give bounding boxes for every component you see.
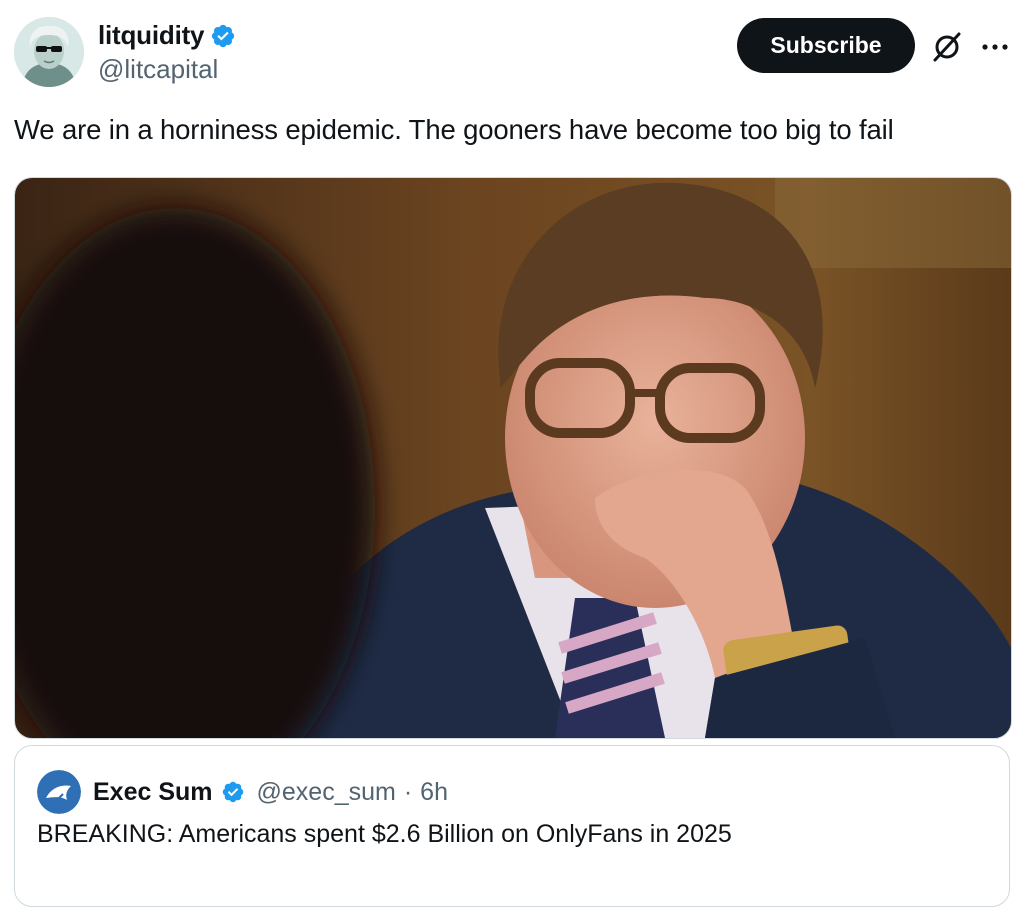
quote-timestamp[interactable]: 6h <box>420 778 448 807</box>
author-display-name[interactable]: litquidity <box>98 20 205 51</box>
tweet-photo[interactable] <box>14 177 1012 739</box>
quote-avatar[interactable] <box>37 770 81 814</box>
quote-handle[interactable]: @exec_sum <box>257 778 396 807</box>
tweet-text: We are in a horniness epidemic. The goon… <box>14 114 894 145</box>
quoted-tweet[interactable]: Exec Sum @exec_sum · 6h BREAKING: Americ… <box>14 745 1010 907</box>
avatar-washington-sunglasses-icon <box>14 17 84 87</box>
quote-display-name[interactable]: Exec Sum <box>93 778 213 807</box>
verified-badge-icon <box>212 24 235 47</box>
exec-sum-logo-icon <box>37 770 81 814</box>
more-icon[interactable] <box>980 37 1010 57</box>
photo-image <box>15 178 1011 738</box>
subscribe-button[interactable]: Subscribe <box>737 18 915 73</box>
quote-text: BREAKING: Americans spent $2.6 Billion o… <box>37 820 732 848</box>
author-handle[interactable]: @litcapital <box>98 54 218 85</box>
author-avatar[interactable] <box>14 17 84 87</box>
quote-separator: · <box>403 777 413 806</box>
verified-badge-icon <box>222 781 243 803</box>
grok-icon[interactable] <box>930 30 964 64</box>
